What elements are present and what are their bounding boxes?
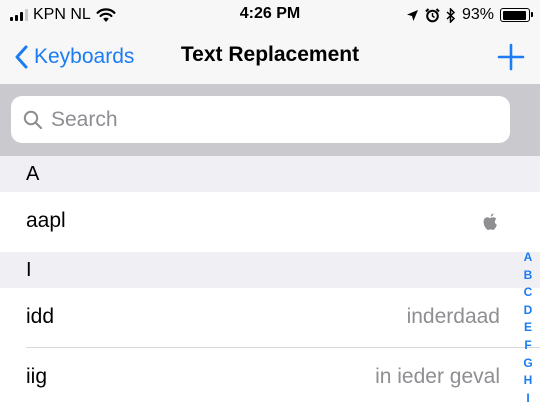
add-button[interactable]	[494, 40, 528, 74]
battery-icon	[500, 8, 533, 22]
location-arrow-icon	[406, 9, 418, 21]
search-bar	[0, 84, 540, 156]
index-letter-a[interactable]: A	[524, 249, 533, 267]
shortcut-text: idd	[26, 305, 55, 328]
list-item-aapl[interactable]: aapl	[0, 192, 540, 252]
back-button-label: Keyboards	[34, 45, 135, 68]
index-letter-f[interactable]: F	[524, 337, 531, 355]
phrase-text: inderdaad	[406, 305, 500, 328]
index-letter-h[interactable]: H	[524, 372, 533, 390]
battery-level-fill	[502, 10, 526, 20]
index-letter-i[interactable]: I	[526, 390, 529, 407]
bluetooth-icon	[446, 7, 456, 23]
index-letter-b[interactable]: B	[524, 267, 533, 285]
battery-percentage: 93%	[461, 6, 494, 23]
status-bar: KPN NL 4:26 PM 93%	[0, 0, 540, 30]
back-button[interactable]: Keyboards	[14, 40, 134, 74]
search-input[interactable]	[51, 107, 471, 132]
chevron-left-icon	[15, 45, 28, 69]
section-header-i: I	[0, 252, 540, 288]
index-letter-g[interactable]: G	[523, 355, 532, 373]
alarm-clock-icon	[425, 7, 440, 22]
search-icon	[23, 110, 43, 129]
index-letter-c[interactable]: C	[524, 284, 533, 302]
index-letter-d[interactable]: D	[524, 302, 533, 320]
shortcut-text: iig	[26, 365, 48, 388]
apple-logo-icon	[483, 213, 497, 230]
section-header-a: A	[0, 156, 540, 192]
index-letter-e[interactable]: E	[524, 319, 532, 337]
shortcut-text: aapl	[26, 209, 66, 232]
status-right: 93%	[406, 5, 533, 25]
search-field[interactable]	[11, 96, 510, 143]
section-header-label: A	[26, 163, 40, 185]
section-index[interactable]: A B C D E F G H I	[521, 249, 535, 407]
list-item-idd[interactable]: idd inderdaad	[0, 288, 540, 348]
list-item-iig[interactable]: iig in ieder geval	[0, 348, 540, 407]
navigation-bar: Keyboards Text Replacement	[0, 30, 540, 84]
plus-icon	[497, 43, 525, 71]
phrase-text: in ieder geval	[375, 365, 500, 388]
section-header-label: I	[26, 259, 32, 281]
